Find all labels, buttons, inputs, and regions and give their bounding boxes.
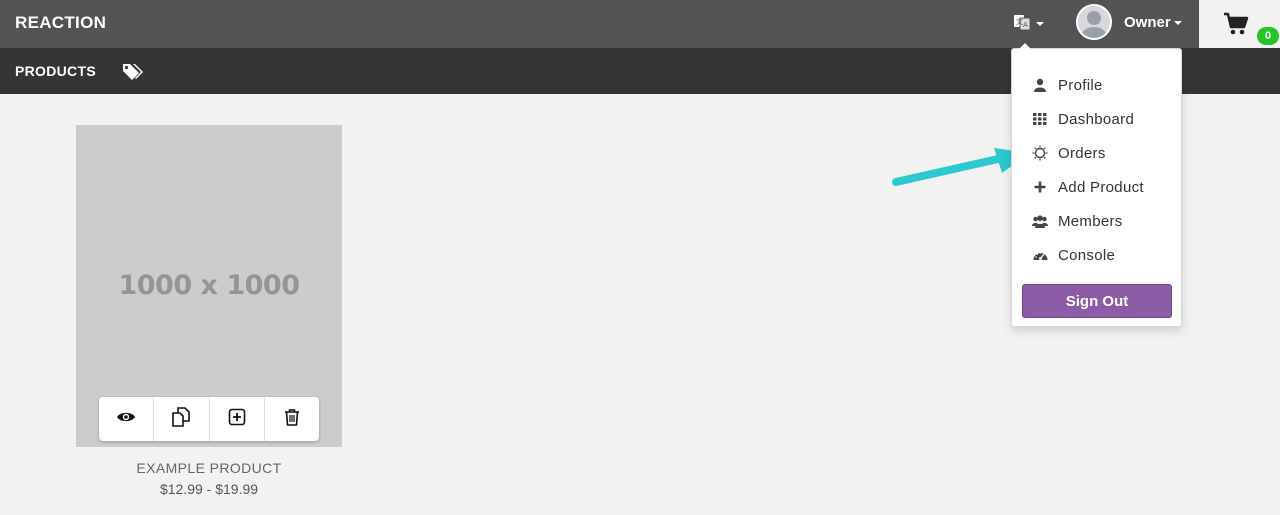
add-square-icon	[228, 408, 246, 431]
product-title[interactable]: EXAMPLE PRODUCT	[76, 460, 342, 476]
svg-text:A: A	[1023, 21, 1028, 29]
duplicate-product-button[interactable]	[154, 397, 210, 441]
menu-item-label: Orders	[1058, 144, 1106, 162]
menu-item-orders[interactable]: Orders	[1012, 139, 1181, 167]
user-menu-toggle[interactable]: Owner	[1124, 14, 1182, 31]
language-selector[interactable]: 文 A	[1013, 12, 1049, 36]
view-product-button[interactable]	[99, 397, 155, 441]
avatar[interactable]	[1076, 4, 1112, 40]
tags-icon[interactable]	[122, 62, 144, 87]
menu-item-label: Dashboard	[1058, 110, 1135, 128]
duplicate-icon	[171, 406, 191, 432]
add-variant-button[interactable]	[210, 397, 265, 441]
users-icon	[1032, 213, 1048, 229]
user-dropdown-menu: Profile Dashboard Orders Add Product Mem…	[1011, 43, 1182, 327]
menu-item-add-product[interactable]: Add Product	[1012, 173, 1181, 201]
translate-icon: 文 A	[1013, 13, 1031, 36]
trash-icon	[284, 408, 300, 431]
menu-item-label: Members	[1058, 212, 1123, 230]
menu-item-members[interactable]: Members	[1012, 207, 1181, 235]
eye-icon	[116, 410, 136, 429]
grid-icon	[1032, 111, 1048, 127]
menu-item-label: Profile	[1058, 76, 1103, 94]
cart-count-badge: 0	[1257, 27, 1279, 45]
user-name: Owner	[1124, 14, 1171, 31]
menu-item-label: Add Product	[1058, 178, 1144, 196]
menu-item-console[interactable]: Console	[1012, 241, 1181, 269]
chevron-down-icon	[1173, 20, 1182, 25]
sign-out-button[interactable]: Sign Out	[1022, 284, 1172, 318]
svg-text:文: 文	[1016, 17, 1023, 26]
product-price: $12.99 - $19.99	[159, 481, 259, 497]
dashboard-icon	[1032, 247, 1048, 263]
delete-product-button[interactable]	[265, 397, 319, 441]
product-actions-toolbar	[99, 397, 319, 441]
top-header: REACTION 文 A Owner	[0, 0, 1280, 48]
brand-logo[interactable]: REACTION	[15, 13, 106, 33]
menu-item-label: Console	[1058, 246, 1116, 264]
cart-icon	[1223, 12, 1249, 41]
menu-item-profile[interactable]: Profile	[1012, 71, 1181, 99]
plus-icon	[1032, 179, 1048, 195]
menu-item-dashboard[interactable]: Dashboard	[1012, 105, 1181, 133]
nav-products[interactable]: PRODUCTS	[15, 63, 96, 79]
image-placeholder-text: 1000 x 1000	[118, 270, 300, 301]
sun-icon	[1032, 145, 1048, 161]
user-icon	[1032, 77, 1048, 93]
annotation-arrow-icon	[892, 148, 1030, 186]
chevron-down-icon	[1036, 22, 1044, 26]
